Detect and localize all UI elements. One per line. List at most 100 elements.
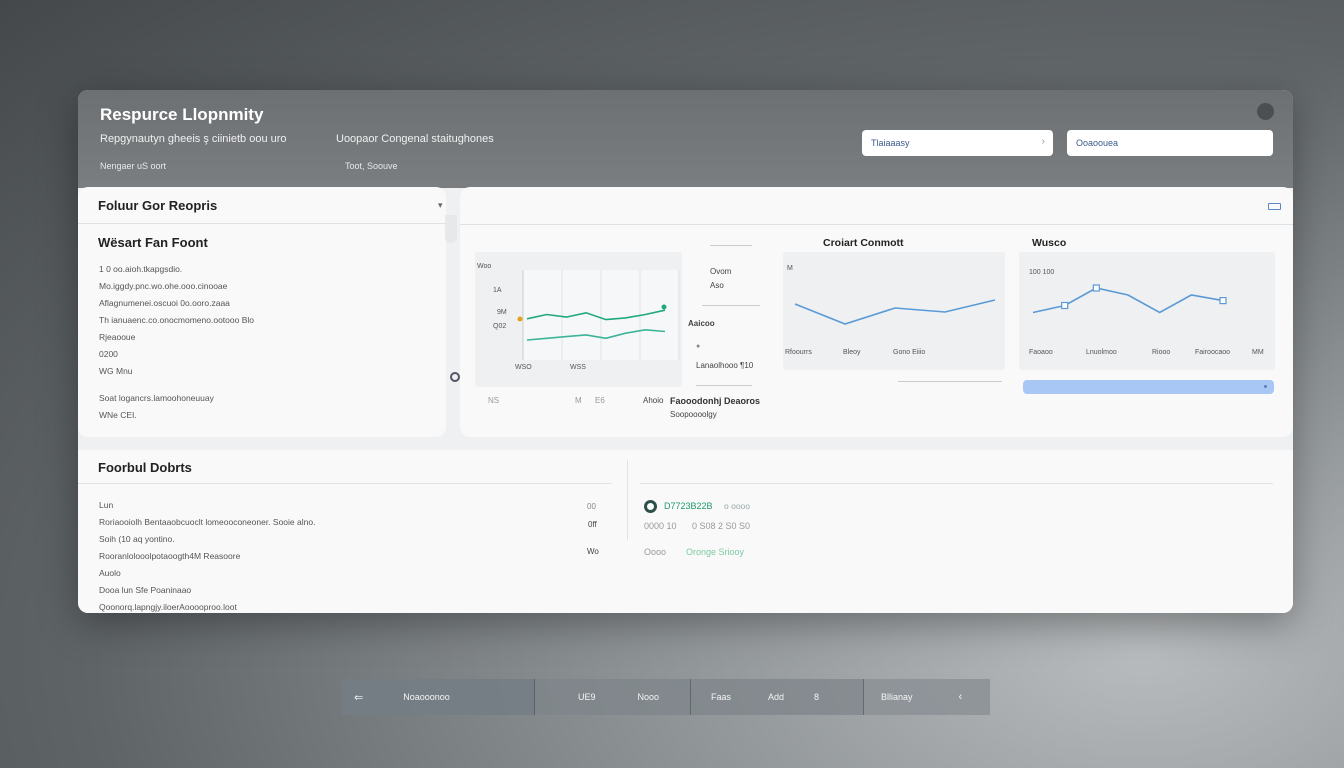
chart-card-a: Woo 1A 9M Q02 WSO WSS (475, 252, 682, 387)
y-axis-label: M (787, 265, 793, 272)
filter-select-2[interactable]: Ooaoouea (1067, 130, 1273, 156)
x-tick-label: MM (1252, 349, 1264, 356)
list-item[interactable]: Lun (99, 500, 315, 517)
legend-label: Aaicoo (688, 319, 715, 328)
chart-card-b: M Rfoourrs Bleoy Gono Eiiio (783, 252, 1005, 370)
divider (627, 460, 628, 540)
series-line (794, 299, 996, 325)
status-ring-icon (644, 500, 657, 513)
progress-pill[interactable] (1023, 380, 1274, 394)
list-item[interactable]: Dooa lun Sfe Poaninaao (99, 585, 315, 602)
pill-dot-icon (1264, 385, 1267, 388)
left-panel-heading: Foluur Gor Reopris (78, 187, 446, 224)
line-chart-a: Woo 1A 9M Q02 WSO WSS (477, 263, 680, 371)
bottom-item-list: Lun Roriaooiolh Bentaaobcuoclt lomeoocon… (99, 500, 315, 613)
layout-toggle-icon[interactable] (1268, 203, 1281, 210)
legend-item: Aso (710, 281, 724, 290)
line-chart-b: M Rfoourrs Bleoy Gono Eiiio (785, 265, 996, 356)
stat-tertiary-suffix: Oronge Sriooy (686, 547, 745, 557)
data-point (1061, 301, 1069, 310)
chart-b-title: Croiart Conmott (823, 237, 904, 249)
divider (898, 381, 1002, 382)
stat-tertiary: Oooo (644, 547, 667, 557)
list-item[interactable]: 1 0 oo.aioh.tkapgsdio. (99, 264, 254, 281)
back-arrow-icon[interactable]: ⇐ (354, 691, 363, 704)
legend-item: Ovom (710, 267, 732, 276)
chevron-down-icon: › (1041, 136, 1045, 147)
header-subtitle-right: Uoopaor Congenal staitughones (336, 133, 494, 145)
axis-label: NS (488, 396, 500, 405)
chart-c-title: Wusco (1032, 237, 1067, 249)
chevron-left-icon[interactable]: ‹ (959, 691, 963, 703)
data-point (517, 316, 523, 322)
list-item[interactable]: 0200 (99, 349, 254, 366)
x-tick-label: Faoaoo (1029, 349, 1053, 356)
header-meta-left: Nengaer uS oort (100, 161, 167, 171)
divider (696, 385, 752, 386)
nav-segment-1: ⇐ Noaooonoo (342, 679, 535, 715)
list-item[interactable]: Soih (10 aq yontino. (99, 534, 315, 551)
x-tick-label: WSO (515, 364, 532, 371)
nav-item[interactable]: Bllianay (881, 692, 913, 702)
caption-left: Ahoio (643, 396, 664, 405)
filter-select-1[interactable]: Tlaiaaasy › (862, 130, 1053, 156)
legend-marker-icon: ● (696, 343, 701, 350)
list-item[interactable]: WNe CEI. (99, 410, 214, 427)
axis-label: E6 (595, 396, 605, 405)
list-item[interactable]: WG Mnu (99, 366, 254, 383)
chart-card-c: 100 100 Faoaoo Lnuolmoo Riooo Fairoocaoo MM (1019, 252, 1275, 370)
filter-select-2-value: Ooaoouea (1076, 138, 1119, 148)
nav-item[interactable]: Add (768, 692, 784, 702)
row-value: 00 (587, 502, 596, 511)
divider (78, 483, 612, 484)
left-footer: Soat logancrs.lamoohoneuuay WNe CEI. (99, 393, 214, 427)
nav-item[interactable]: UE9 (578, 692, 596, 702)
nav-item[interactable]: Nooo (638, 692, 660, 702)
list-item[interactable]: Rjeaooue (99, 332, 254, 349)
nav-item[interactable]: Noaooonoo (403, 692, 450, 702)
report-window: Respurce Llopnmity Repgynautyn gheeis ş … (78, 90, 1293, 613)
y-axis-label: 100 100 (1029, 269, 1054, 276)
left-panel: Foluur Gor Reopris Wësart Fan Foont 1 0 … (78, 187, 446, 437)
left-item-list: 1 0 oo.aioh.tkapgsdio. Mo.iggdy.pnc.wo.o… (99, 264, 254, 383)
nav-item[interactable]: Faas (711, 692, 731, 702)
user-avatar-icon[interactable] (1257, 103, 1274, 120)
axis-label: M (575, 396, 582, 405)
row-value: Wo (587, 547, 599, 556)
list-item[interactable]: Aflagnumenei.oscuoi 0o.ooro.zaaa (99, 298, 254, 315)
x-tick-label: Bleoy (843, 349, 861, 356)
filter-select-1-value: Tlaiaaasy (871, 138, 910, 148)
nav-segment-2: UE9 Nooo (535, 679, 691, 715)
row-value: 0ff (588, 520, 597, 529)
list-item[interactable]: Rooranlolooolpotaoogth4M Reasoore (99, 551, 315, 568)
list-item[interactable]: Qoonorq.lapngjy.iloerAooooproo.loot (99, 602, 315, 613)
stat-suffix: o oooo (724, 501, 750, 511)
y-axis-label: Woo (477, 263, 491, 270)
divider (702, 305, 760, 306)
list-item[interactable]: Soat logancrs.lamoohoneuuay (99, 393, 214, 410)
list-item[interactable]: Th ianuaenc.co.onocmomeno.ootooo Blo (99, 315, 254, 332)
nav-segment-3: Faas Add 8 (691, 679, 864, 715)
data-point (661, 304, 667, 310)
left-section-title: Wësart Fan Foont (98, 235, 208, 250)
data-point (1092, 284, 1100, 292)
caption-sub: Soopoooolgy (670, 410, 717, 419)
window-header: Respurce Llopnmity Repgynautyn gheeis ş … (78, 90, 1293, 188)
y-tick-label: 1A (493, 287, 502, 294)
divider (710, 245, 752, 246)
stat-primary: D7723B22B (664, 501, 713, 511)
bottom-panel: Foorbul Dobrts Lun Roriaooiolh Bentaaobc… (78, 450, 1293, 613)
nav-segment-4: Bllianay ‹ (864, 679, 990, 715)
y-tick-label: 9M (497, 309, 507, 316)
divider (460, 224, 1293, 225)
list-item[interactable]: Auolo (99, 568, 315, 585)
list-item[interactable]: Roriaooiolh Bentaaobcuoclt lomeooconeone… (99, 517, 315, 534)
y-tick-label: Q02 (493, 323, 506, 330)
list-item[interactable]: Mo.iggdy.pnc.wo.ohe.ooo.cinooae (99, 281, 254, 298)
nav-item[interactable]: 8 (814, 692, 819, 702)
caption-bold: Faooodonhj Deaoros (670, 396, 760, 406)
stat-secondary-suffix: 0 S08 2 S0 S0 (692, 521, 751, 531)
x-tick-label: Rfoourrs (785, 349, 812, 356)
panel-scroll-handle[interactable] (445, 215, 457, 243)
x-tick-label: WSS (570, 364, 586, 371)
